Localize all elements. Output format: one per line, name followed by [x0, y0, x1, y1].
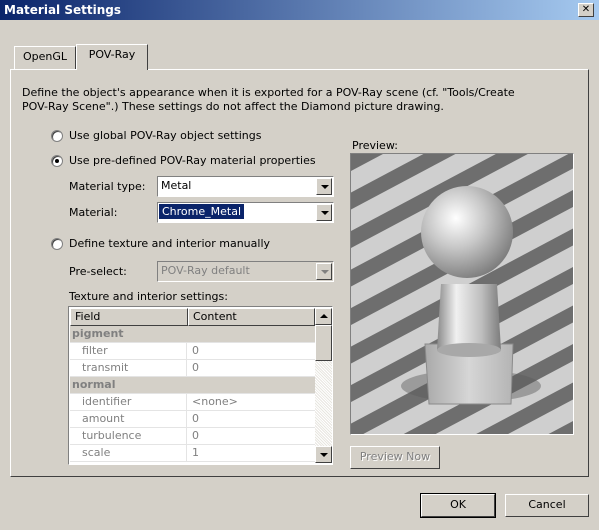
- preview-label: Preview:: [352, 139, 398, 152]
- material-type-select[interactable]: Metal: [157, 176, 334, 197]
- table-row[interactable]: turbulence 0: [70, 428, 315, 445]
- dropdown-arrow-icon[interactable]: [316, 178, 332, 195]
- window-title: Material Settings: [4, 3, 121, 17]
- table-row[interactable]: transmit 0: [70, 360, 315, 377]
- scrollbar-thumb[interactable]: [315, 325, 332, 361]
- field-cell: filter: [70, 343, 187, 359]
- radio-manual-label: Define texture and interior manually: [69, 237, 271, 250]
- material-value: Chrome_Metal: [157, 203, 246, 220]
- preview-now-button[interactable]: Preview Now: [350, 446, 440, 469]
- description-line-1: Define the object's appearance when it i…: [22, 86, 515, 99]
- dropdown-arrow-icon[interactable]: [316, 204, 332, 221]
- group-row: pigment: [70, 326, 315, 343]
- radio-predefined[interactable]: [51, 155, 63, 167]
- close-button[interactable]: ✕: [578, 3, 594, 17]
- tab-label: OpenGL: [22, 50, 68, 63]
- content-cell: 1: [192, 446, 199, 459]
- column-header-field[interactable]: Field: [70, 308, 188, 326]
- radio-global-label: Use global POV-Ray object settings: [69, 129, 262, 142]
- content-cell: 0: [192, 344, 199, 357]
- cancel-button[interactable]: Cancel: [505, 494, 589, 517]
- preselect-label: Pre-select:: [69, 265, 127, 278]
- table-row[interactable]: scale 1: [70, 445, 315, 462]
- group-label: normal: [72, 378, 116, 391]
- material-type-value: Metal: [161, 179, 192, 192]
- group-row: normal: [70, 377, 315, 394]
- radio-predefined-label: Use pre-defined POV-Ray material propert…: [69, 154, 316, 167]
- radio-manual[interactable]: [51, 238, 63, 250]
- radio-global[interactable]: [51, 130, 63, 142]
- tab-label: POV-Ray: [88, 48, 136, 61]
- ok-button[interactable]: OK: [420, 493, 496, 518]
- table-row[interactable]: filter 0: [70, 343, 315, 360]
- field-cell: turbulence: [70, 428, 187, 444]
- description-line-2: POV-Ray Scene".) These settings do not a…: [22, 100, 444, 113]
- tab-opengl[interactable]: OpenGL: [14, 46, 76, 69]
- field-cell: identifier: [70, 394, 187, 410]
- material-type-label: Material type:: [69, 180, 146, 193]
- scroll-down-icon[interactable]: [315, 446, 332, 463]
- field-cell: transmit: [70, 360, 187, 376]
- preview-render: [351, 154, 573, 434]
- table-row[interactable]: identifier <none>: [70, 394, 315, 411]
- scroll-up-icon[interactable]: [315, 308, 332, 325]
- tab-povray[interactable]: POV-Ray: [76, 44, 148, 70]
- preview-image: [350, 153, 574, 435]
- column-header-content[interactable]: Content: [188, 308, 315, 326]
- material-select[interactable]: Chrome_Metal: [157, 202, 334, 223]
- content-cell: <none>: [192, 395, 238, 408]
- field-cell: amount: [70, 411, 187, 427]
- preselect-select[interactable]: POV-Ray default: [157, 261, 334, 282]
- close-icon: ✕: [581, 4, 591, 15]
- preselect-value: POV-Ray default: [161, 264, 250, 277]
- texture-label: Texture and interior settings:: [69, 290, 228, 303]
- group-label: pigment: [72, 327, 124, 340]
- content-cell: 0: [192, 361, 199, 374]
- content-cell: 0: [192, 412, 199, 425]
- grid-scrollbar[interactable]: [315, 308, 332, 463]
- content-cell: 0: [192, 429, 199, 442]
- material-label: Material:: [69, 206, 118, 219]
- dropdown-arrow-icon: [316, 263, 332, 280]
- texture-grid[interactable]: Field Content pigment filter 0 transmit …: [68, 306, 333, 465]
- field-cell: scale: [70, 445, 187, 461]
- table-row[interactable]: amount 0: [70, 411, 315, 428]
